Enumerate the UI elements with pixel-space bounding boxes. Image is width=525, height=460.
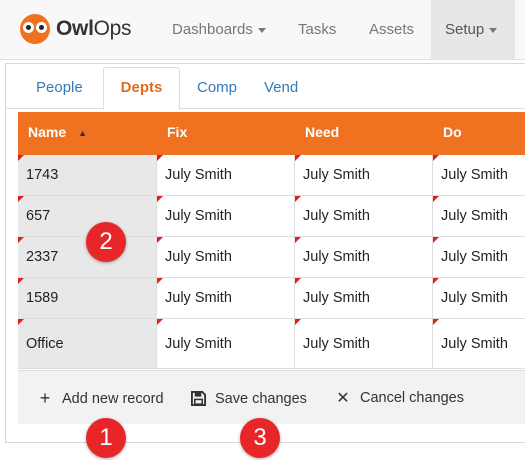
chevron-down-icon bbox=[257, 27, 266, 33]
add-new-record-button[interactable]: + Add new record bbox=[36, 371, 164, 425]
grid-header-row: Name ▲ Fix Need Do bbox=[18, 112, 525, 155]
nav-setup[interactable]: Setup bbox=[431, 0, 515, 59]
cell-do[interactable]: July Smith bbox=[433, 196, 525, 236]
cell-fix[interactable]: July Smith bbox=[157, 319, 295, 368]
table-row[interactable]: 1743 July Smith July Smith July Smith bbox=[18, 155, 525, 196]
plus-icon: + bbox=[39, 388, 51, 408]
cell-need[interactable]: July Smith bbox=[295, 196, 433, 236]
cell-need[interactable]: July Smith bbox=[295, 237, 433, 277]
nav-assets[interactable]: Assets bbox=[369, 0, 414, 59]
cell-do[interactable]: July Smith bbox=[433, 237, 525, 277]
cell-need[interactable]: July Smith bbox=[295, 319, 433, 368]
sort-ascending-icon[interactable]: ▲ bbox=[78, 128, 87, 138]
table-row[interactable]: Office July Smith July Smith July Smith bbox=[18, 319, 525, 369]
cell-name[interactable]: 657 bbox=[18, 196, 157, 236]
save-changes-button[interactable]: Save changes bbox=[189, 371, 307, 425]
cancel-changes-button[interactable]: ✕ Cancel changes bbox=[334, 371, 464, 425]
column-header-name[interactable]: Name ▲ bbox=[18, 112, 87, 155]
cell-name[interactable]: Office bbox=[18, 319, 157, 368]
top-navbar: OwlOps Dashboards Tasks Assets Setup bbox=[0, 0, 525, 60]
cell-fix[interactable]: July Smith bbox=[157, 196, 295, 236]
callout-badge-1: 1 bbox=[86, 418, 126, 458]
tab-people[interactable]: People bbox=[36, 68, 83, 109]
cell-need[interactable]: July Smith bbox=[295, 278, 433, 318]
cell-do[interactable]: July Smith bbox=[433, 155, 525, 195]
column-header-need[interactable]: Need bbox=[295, 112, 339, 155]
cell-fix[interactable]: July Smith bbox=[157, 237, 295, 277]
callout-badge-2: 2 bbox=[86, 222, 126, 262]
close-icon: ✕ bbox=[336, 390, 350, 407]
cell-fix[interactable]: July Smith bbox=[157, 155, 295, 195]
chevron-down-icon bbox=[489, 27, 498, 33]
cell-need[interactable]: July Smith bbox=[295, 155, 433, 195]
tab-depts[interactable]: Depts bbox=[103, 67, 180, 110]
cell-do[interactable]: July Smith bbox=[433, 319, 525, 368]
tab-comp[interactable]: Comp bbox=[197, 68, 237, 109]
column-header-fix[interactable]: Fix bbox=[157, 112, 187, 155]
cell-name[interactable]: 1589 bbox=[18, 278, 157, 318]
grid-toolbar: + Add new record Save changes ✕ Cancel cha… bbox=[18, 370, 525, 424]
cell-do[interactable]: July Smith bbox=[433, 278, 525, 318]
column-header-do[interactable]: Do bbox=[433, 112, 462, 155]
owl-logo-icon[interactable] bbox=[20, 14, 50, 44]
callout-badge-3: 3 bbox=[240, 418, 280, 458]
cell-fix[interactable]: July Smith bbox=[157, 278, 295, 318]
tab-vend[interactable]: Vend bbox=[264, 68, 298, 109]
tab-bar: People Depts Comp Vend bbox=[6, 64, 525, 110]
save-icon bbox=[189, 371, 207, 425]
nav-tasks[interactable]: Tasks bbox=[298, 0, 336, 59]
table-row[interactable]: 1589 July Smith July Smith July Smith bbox=[18, 278, 525, 319]
brand-name[interactable]: OwlOps bbox=[56, 17, 132, 41]
nav-dashboards[interactable]: Dashboards bbox=[172, 0, 266, 59]
cell-name[interactable]: 1743 bbox=[18, 155, 157, 195]
